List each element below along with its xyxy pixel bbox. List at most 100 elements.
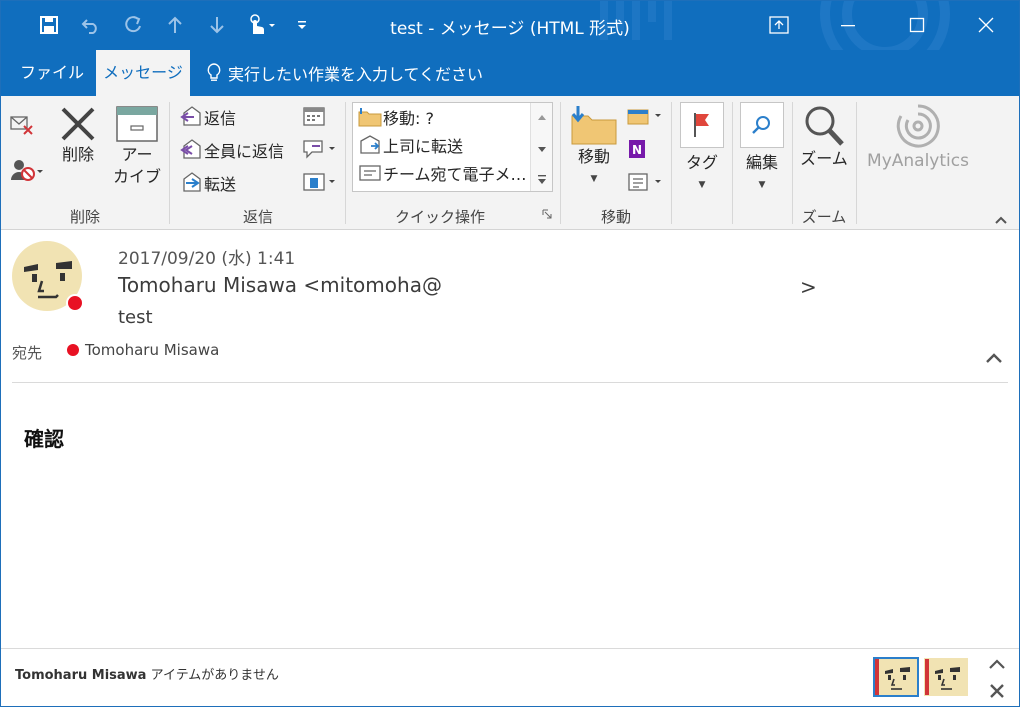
ribbon-display-icon xyxy=(768,16,789,34)
minimize-icon xyxy=(840,25,855,27)
tags-button[interactable]: タグ ▼ xyxy=(678,102,726,196)
instant-message-icon xyxy=(303,140,335,159)
people-pane-status-text: アイテムがありません xyxy=(150,668,279,683)
close-icon xyxy=(978,17,993,33)
ribbon-display-options-button[interactable] xyxy=(744,0,813,50)
window-controls xyxy=(744,0,1020,50)
group-separator xyxy=(345,102,346,224)
myanalytics-button[interactable]: MyAnalytics xyxy=(862,102,974,172)
respond-group-label: 返信 xyxy=(242,208,273,226)
zoom-button[interactable]: ズーム xyxy=(798,104,850,170)
message-subject: test xyxy=(118,307,153,328)
quick-step-label: 移動: ? xyxy=(383,109,434,128)
people-pane-divider xyxy=(0,648,1020,649)
forward-button[interactable]: 転送 xyxy=(178,171,236,195)
message-body: 確認 xyxy=(24,427,64,451)
people-pane-avatar-selected[interactable] xyxy=(873,657,919,697)
tab-message[interactable]: メッセージ xyxy=(96,50,190,96)
ribbon: 削除 アー カイブ 削除 返信 全員に返信 転送 返信 移動: ? 上司に転送 … xyxy=(0,96,1020,230)
rules-icon xyxy=(627,109,661,125)
folder-move-icon xyxy=(358,108,382,127)
search-icon xyxy=(752,116,770,134)
forward-icon xyxy=(183,172,201,192)
lightbulb-icon xyxy=(207,63,221,81)
actions-icon xyxy=(628,173,661,191)
ignore-button[interactable] xyxy=(10,114,34,136)
im-button[interactable] xyxy=(302,138,338,160)
onenote-button[interactable]: N xyxy=(626,138,650,160)
people-pane-avatar[interactable] xyxy=(923,657,969,697)
people-pane-close-button[interactable] xyxy=(988,682,1006,704)
maximize-button[interactable] xyxy=(882,0,951,50)
maximize-icon xyxy=(909,17,924,33)
to-label: 宛先 xyxy=(12,344,43,362)
recipient[interactable]: Tomoharu Misawa xyxy=(67,341,219,359)
zoom-group-label: ズーム xyxy=(801,208,847,226)
actions-button[interactable] xyxy=(626,171,664,193)
chevron-down-icon: ▼ xyxy=(590,174,598,184)
delete-group-label: 削除 xyxy=(69,208,100,226)
tell-me-search[interactable]: 実行したい作業を入力してください xyxy=(206,50,483,96)
reply-button[interactable]: 返信 xyxy=(178,105,236,129)
move-button[interactable]: 移動 ▼ xyxy=(567,104,621,190)
rules-button[interactable] xyxy=(626,105,664,127)
people-pane-expand-button[interactable] xyxy=(988,656,1006,675)
title-bar: test - メッセージ (HTML 形式) xyxy=(0,0,1020,50)
more-respond-button[interactable] xyxy=(302,171,338,193)
archive-icon xyxy=(116,106,158,142)
svg-text:N: N xyxy=(632,143,642,157)
tab-file[interactable]: ファイル xyxy=(6,50,98,96)
close-window-button[interactable] xyxy=(951,0,1020,50)
quick-step-to-manager[interactable]: 上司に転送 xyxy=(353,131,552,159)
group-separator xyxy=(671,102,672,224)
ribbon-tab-row: ファイル メッセージ 実行したい作業を入力してください xyxy=(0,50,1020,96)
sender-avatar[interactable] xyxy=(12,241,84,313)
tell-me-placeholder: 実行したい作業を入力してください xyxy=(228,65,484,84)
people-pane-status: Tomoharu Misawa アイテムがありません xyxy=(15,664,279,683)
move-folder-icon xyxy=(571,106,617,145)
editing-button[interactable]: 編集 ▼ xyxy=(738,102,786,196)
meeting-button[interactable] xyxy=(302,105,326,127)
group-separator xyxy=(560,102,561,224)
move-group-label: 移動 xyxy=(600,208,631,226)
reply-all-icon xyxy=(180,139,201,159)
header-divider xyxy=(12,382,1008,383)
quick-steps-scrollbar[interactable] xyxy=(530,103,552,191)
junk-button[interactable] xyxy=(10,158,46,182)
sender-address-end: > xyxy=(800,275,817,299)
calendar-icon xyxy=(303,107,325,126)
scroll-down-icon xyxy=(538,147,546,152)
sender-address[interactable]: Tomoharu Misawa <mitomoha@ xyxy=(118,273,442,297)
quick-steps-gallery: 移動: ? 上司に転送 チーム宛て電子メ… xyxy=(352,102,553,192)
delete-button[interactable]: 削除 xyxy=(55,104,101,166)
chevron-up-icon xyxy=(986,353,1002,363)
flag-icon xyxy=(694,113,709,137)
reply-all-button[interactable]: 全員に返信 xyxy=(178,138,284,162)
group-separator xyxy=(732,102,733,224)
quick-step-team-email[interactable]: チーム宛て電子メ… xyxy=(353,159,552,187)
quick-step-move[interactable]: 移動: ? xyxy=(353,103,552,131)
more-respond-icon xyxy=(303,173,335,191)
archive-label-line2: カイブ xyxy=(112,167,161,186)
forward-label: 転送 xyxy=(204,175,237,194)
team-email-icon xyxy=(359,165,381,181)
reply-icon xyxy=(180,106,201,126)
collapse-ribbon-button[interactable] xyxy=(994,210,1008,229)
myanalytics-label: MyAnalytics xyxy=(867,151,969,171)
collapse-header-button[interactable] xyxy=(985,349,1003,368)
presence-status-icon xyxy=(67,344,79,356)
person-face-icon xyxy=(924,658,968,696)
ignore-conversation-icon xyxy=(10,116,33,135)
gallery-more-icon xyxy=(538,175,546,184)
chevron-up-icon xyxy=(989,659,1005,669)
archive-button[interactable]: アー カイブ xyxy=(112,104,162,188)
person-face-icon xyxy=(873,657,919,697)
reply-all-label: 全員に返信 xyxy=(204,142,285,161)
quick-step-label: 上司に転送 xyxy=(383,137,464,156)
quick-steps-launcher[interactable] xyxy=(542,209,552,219)
minimize-button[interactable] xyxy=(813,0,882,50)
received-date: 2017/09/20 (水) 1:41 xyxy=(118,249,296,269)
dialog-launcher-icon xyxy=(542,209,552,219)
delete-x-icon xyxy=(61,107,95,141)
reply-label: 返信 xyxy=(204,109,237,128)
